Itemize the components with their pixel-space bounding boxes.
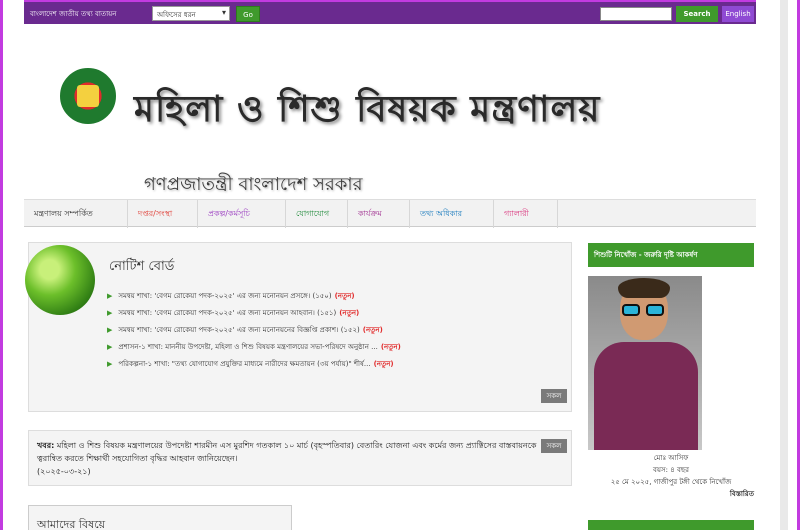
arrow-right-icon: ▶ xyxy=(107,359,113,368)
chevron-down-icon: ▾ xyxy=(221,8,226,17)
top-bar: বাংলাদেশ জাতীয় তথ্য বাতায়ন অফিসের ধরন … xyxy=(24,0,756,24)
government-seal-logo[interactable] xyxy=(60,68,116,124)
arrow-right-icon: ▶ xyxy=(107,325,113,334)
nav-activities[interactable]: কার্যক্রম xyxy=(348,200,410,228)
site-header: মহিলা ও শিশু বিষয়ক মন্ত্রণালয় গণপ্রজাত… xyxy=(24,24,756,198)
about-us-title: আমাদের বিষয়ে xyxy=(37,518,106,530)
notice-board: নোটিশ বোর্ড ▶ সমন্বয় শাখা: 'বেগম রোকেয়া… xyxy=(25,242,572,412)
notice-board-title: নোটিশ বোর্ড xyxy=(109,259,175,274)
photo-lens-right xyxy=(646,304,664,316)
notice-link[interactable]: সমন্বয় শাখা: 'বেগম রোকেয়া পদক-২০২৫' এর… xyxy=(118,307,336,319)
map-icon xyxy=(77,85,99,107)
government-subtitle: গণপ্রজাতন্ত্রী বাংলাদেশ সরকার xyxy=(144,174,363,195)
arrow-right-icon: ▶ xyxy=(107,308,113,317)
nav-ministry-related[interactable]: মন্ত্রণালয় সম্পর্কিত xyxy=(24,200,128,228)
news-ticker: খবর: মহিলা ও শিশু বিষয়ক মন্ত্রণালয়ের উ… xyxy=(28,430,572,486)
photo-glasses xyxy=(622,304,666,316)
sidebar-next-heading xyxy=(588,520,754,530)
portal-link[interactable]: বাংলাদেশ জাতীয় তথ্য বাতায়ন xyxy=(30,8,117,20)
nav-contact[interactable]: যোগাযোগ xyxy=(286,200,348,228)
new-badge: (নতুন) xyxy=(339,308,360,317)
details-link[interactable]: বিস্তারিত xyxy=(588,488,754,500)
nav-projects[interactable]: প্রকল্প/কর্মসূচি xyxy=(198,200,286,228)
main-navigation: মন্ত্রণালয় সম্পর্কিত দপ্তর/সংস্থা প্রকল… xyxy=(24,199,756,228)
arrow-right-icon: ▶ xyxy=(107,291,113,300)
list-item[interactable]: ▶ সমন্বয় শাখা: 'বেগম রোকেয়া পদক-২০২৫' এ… xyxy=(107,321,401,338)
search-button[interactable]: Search xyxy=(676,6,718,22)
new-badge: (নতুন) xyxy=(380,342,401,351)
caption-detail: ২৫ মে ২০২৫, গাজীপুর টঙ্গী থেকে নিখোঁজ xyxy=(610,478,732,486)
news-text[interactable]: খবর: মহিলা ও শিশু বিষয়ক মন্ত্রণালয়ের উ… xyxy=(37,439,537,478)
nav-offices[interactable]: দপ্তর/সংস্থা xyxy=(128,200,198,228)
office-type-select-value: অফিসের ধরন xyxy=(157,11,196,19)
ministry-title: মহিলা ও শিশু বিষয়ক মন্ত্রণালয় xyxy=(134,88,601,130)
photo-lens-left xyxy=(622,304,640,316)
notice-list: ▶ সমন্বয় শাখা: 'বেগম রোকেয়া পদক-২০২৫' এ… xyxy=(107,287,401,372)
nav-right-to-information[interactable]: তথ্য অধিকার xyxy=(410,200,494,228)
page-container: বাংলাদেশ জাতীয় তথ্য বাতায়ন অফিসের ধরন … xyxy=(24,0,756,530)
search-input[interactable] xyxy=(600,7,672,21)
all-notices-button[interactable]: সকল xyxy=(541,389,567,403)
notice-link[interactable]: প্রশাসন-১ শাখা: মাননীয় উপদেষ্টা, মহিলা … xyxy=(118,341,377,353)
new-badge: (নতুন) xyxy=(362,325,383,334)
new-badge: (নতুন) xyxy=(373,359,394,368)
news-date: (২০২৫-০৩-২১) xyxy=(37,467,91,476)
arrow-right-icon: ▶ xyxy=(107,342,113,351)
window-frame-left xyxy=(0,0,24,530)
scrollbar-track[interactable] xyxy=(760,0,800,530)
missing-child-photo[interactable] xyxy=(588,276,702,450)
notice-link[interactable]: সমন্বয় শাখা: 'বেগম রোকেয়া পদক-২০২৫' এর… xyxy=(118,290,331,302)
list-item[interactable]: ▶ সমন্বয় শাখা: 'বেগম রোকেয়া পদক-২০২৫' এ… xyxy=(107,287,401,304)
notice-link[interactable]: পরিকল্পনা-১ শাখা: "তথ্য যোগাযোগ প্রযুক্ত… xyxy=(118,358,370,370)
go-button[interactable]: Go xyxy=(236,6,260,22)
news-prefix: খবর: xyxy=(37,441,55,450)
missing-child-heading: শিশুটি নিখোঁজ - জরুরি দৃষ্টি আকর্ষণ xyxy=(588,243,754,267)
photo-hair xyxy=(618,278,670,298)
all-news-button[interactable]: সকল xyxy=(541,439,567,453)
news-body[interactable]: মহিলা ও শিশু বিষয়ক মন্ত্রণালয়ের উপদেষ্… xyxy=(37,441,537,463)
new-badge: (নতুন) xyxy=(334,291,355,300)
english-language-button[interactable]: English xyxy=(722,6,754,22)
scrollbar-thumb[interactable] xyxy=(780,0,788,530)
office-type-select[interactable]: অফিসের ধরন ▾ xyxy=(152,6,230,21)
caption-name: মোঃ আসিফ xyxy=(653,454,689,462)
list-item[interactable]: ▶ পরিকল্পনা-১ শাখা: "তথ্য যোগাযোগ প্রযুক্… xyxy=(107,355,401,372)
about-us-box: আমাদের বিষয়ে xyxy=(28,505,292,530)
missing-child-caption: মোঃ আসিফ বয়স: ৪ বছর ২৫ মে ২০২৫, গাজীপুর… xyxy=(588,452,754,500)
globe-icon xyxy=(25,245,95,315)
list-item[interactable]: ▶ সমন্বয় শাখা: 'বেগম রোকেয়া পদক-২০২৫' এ… xyxy=(107,304,401,321)
nav-gallery[interactable]: গ্যালারী xyxy=(494,200,558,228)
list-item[interactable]: ▶ প্রশাসন-১ শাখা: মাননীয় উপদেষ্টা, মহিলা… xyxy=(107,338,401,355)
caption-age: বয়স: ৪ বছর xyxy=(653,466,689,474)
notice-link[interactable]: সমন্বয় শাখা: 'বেগম রোকেয়া পদক-২০২৫' এর… xyxy=(118,324,359,336)
photo-body xyxy=(594,342,698,450)
